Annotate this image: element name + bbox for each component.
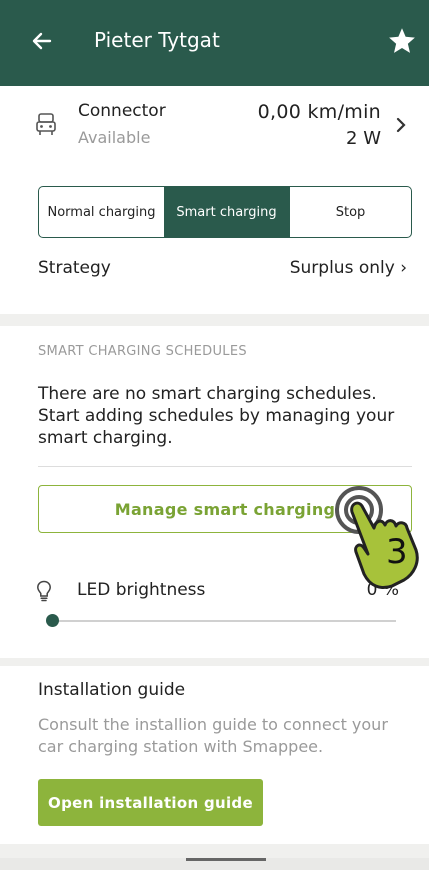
lightbulb-icon [37, 580, 51, 602]
charging-mode-selector: Normal charging Smart charging Stop [38, 186, 412, 238]
connector-label: Connector [78, 101, 166, 121]
pointing-hand-icon [335, 486, 419, 589]
installation-guide-title: Installation guide [38, 680, 186, 700]
app-bar: Pieter Tytgat [0, 0, 429, 86]
slider-thumb[interactable] [46, 614, 59, 627]
arrow-left-icon[interactable] [30, 26, 54, 56]
home-indicator [186, 858, 266, 861]
led-brightness-slider[interactable] [52, 620, 396, 622]
strategy-selector[interactable]: Surplus only › [290, 258, 407, 278]
open-installation-guide-button[interactable]: Open installation guide [38, 779, 263, 826]
star-icon[interactable] [387, 26, 417, 56]
smart-charging-button[interactable]: Smart charging [164, 187, 289, 237]
normal-charging-button[interactable]: Normal charging [39, 187, 164, 237]
schedules-empty-text: There are no smart charging schedules. S… [38, 384, 395, 448]
step-number: 3 [386, 532, 408, 572]
schedules-heading: SMART CHARGING SCHEDULES [38, 344, 247, 359]
led-brightness-label: LED brightness [77, 580, 206, 600]
car-charger-icon [36, 113, 56, 135]
gesture-nav-bar [0, 858, 429, 870]
strategy-label: Strategy [38, 258, 111, 278]
divider [38, 466, 412, 467]
charging-speed: 0,00 km/min [257, 101, 381, 123]
chevron-right-icon[interactable] [395, 116, 407, 134]
stop-button[interactable]: Stop [289, 187, 411, 237]
installation-guide-text: Consult the installion guide to connect … [38, 715, 388, 756]
page-title: Pieter Tytgat [94, 28, 220, 52]
charging-power: 2 W [346, 128, 381, 149]
connector-status: Available [78, 128, 151, 147]
